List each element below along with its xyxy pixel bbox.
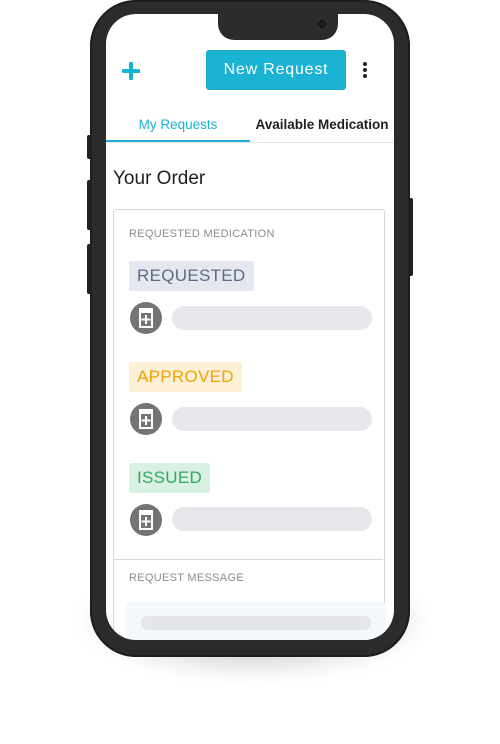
medicine-bottle-icon bbox=[130, 504, 162, 536]
more-vertical-icon[interactable] bbox=[361, 61, 369, 79]
medication-name-placeholder bbox=[172, 507, 372, 531]
app-screen: New Request My Requests Available Medica… bbox=[106, 14, 394, 640]
status-badge-requested: REQUESTED bbox=[129, 261, 254, 291]
camera-icon bbox=[316, 18, 328, 30]
section-divider bbox=[114, 559, 383, 560]
page-title: Your Order bbox=[113, 168, 206, 189]
medication-name-placeholder bbox=[172, 407, 372, 431]
plus-icon[interactable] bbox=[122, 62, 140, 80]
message-placeholder bbox=[141, 616, 371, 630]
request-message-label: REQUEST MESSAGE bbox=[129, 572, 244, 584]
phone-power-button bbox=[408, 198, 413, 276]
new-request-button[interactable]: New Request bbox=[206, 50, 346, 90]
phone-volume-up bbox=[87, 180, 92, 230]
status-badge-approved: APPROVED bbox=[129, 362, 242, 392]
tab-my-requests[interactable]: My Requests bbox=[106, 108, 250, 142]
status-badge-issued: ISSUED bbox=[129, 463, 211, 493]
medication-name-placeholder bbox=[172, 306, 372, 330]
medicine-bottle-icon bbox=[130, 302, 162, 334]
request-message-box bbox=[126, 602, 386, 640]
phone-side-button bbox=[87, 135, 92, 159]
tab-available-medication[interactable]: Available Medication bbox=[250, 108, 394, 141]
medicine-bottle-icon bbox=[130, 403, 162, 435]
phone-volume-down bbox=[87, 244, 92, 294]
order-card: REQUESTED MEDICATION REQUESTED APPROVED … bbox=[113, 209, 386, 640]
requested-medication-label: REQUESTED MEDICATION bbox=[129, 228, 275, 240]
phone-notch bbox=[218, 14, 338, 40]
tab-bar: My Requests Available Medication bbox=[106, 108, 394, 143]
